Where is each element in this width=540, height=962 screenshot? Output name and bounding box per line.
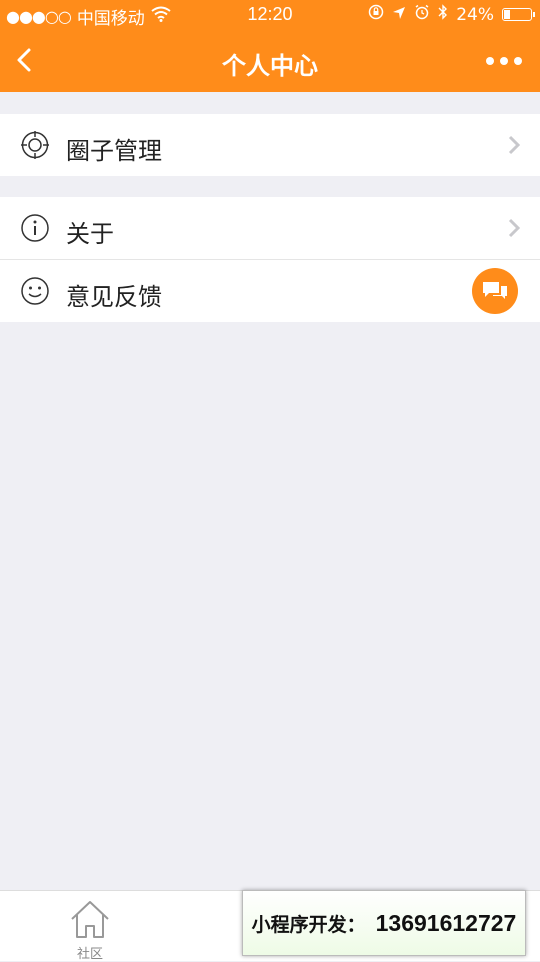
list-item-label: 意见反馈 (66, 283, 162, 311)
location-icon (392, 5, 406, 25)
battery-level (504, 10, 510, 19)
back-button[interactable] (10, 40, 50, 80)
battery-icon (502, 8, 535, 21)
banner-phone: 13691612727 (375, 909, 517, 936)
more-button[interactable] (482, 44, 526, 78)
status-bar: ●●●○○ 中国移动 12:20 24% (0, 0, 540, 30)
chevron-left-icon (17, 48, 31, 72)
home-icon (71, 901, 109, 938)
header: ●●●○○ 中国移动 12:20 24% 个人中心 (0, 0, 540, 92)
banner-label: 小程序开发： (251, 914, 366, 936)
chevron-right-icon (508, 218, 521, 238)
settings-group-1: 圈子管理 (0, 114, 540, 176)
list-item-label: 关于 (66, 220, 114, 248)
navigation-bar: 个人中心 (0, 30, 540, 92)
smiley-icon (21, 277, 49, 305)
list-item-label: 圈子管理 (66, 137, 162, 165)
promo-banner: 小程序开发： 13691612727 (242, 890, 526, 956)
bluetooth-icon (438, 4, 448, 25)
more-dots-icon (486, 57, 522, 65)
battery-percent: 24% (456, 4, 494, 25)
chat-button[interactable] (472, 268, 518, 314)
info-icon (21, 214, 49, 242)
tab-label: 社区 (76, 947, 103, 962)
rotation-lock-icon (368, 4, 384, 25)
chat-bubbles-icon (483, 282, 507, 299)
list-item-about[interactable]: 关于 (0, 197, 540, 259)
alarm-icon (414, 4, 430, 25)
tab-community[interactable]: 社区 (0, 891, 180, 962)
list-item-circle-management[interactable]: 圈子管理 (0, 114, 540, 176)
settings-group-2: 关于 意见反馈 (0, 197, 540, 322)
chevron-right-icon (508, 135, 521, 155)
list-item-feedback[interactable]: 意见反馈 (0, 259, 540, 322)
page-title: 个人中心 (222, 52, 318, 80)
target-icon (21, 131, 49, 159)
